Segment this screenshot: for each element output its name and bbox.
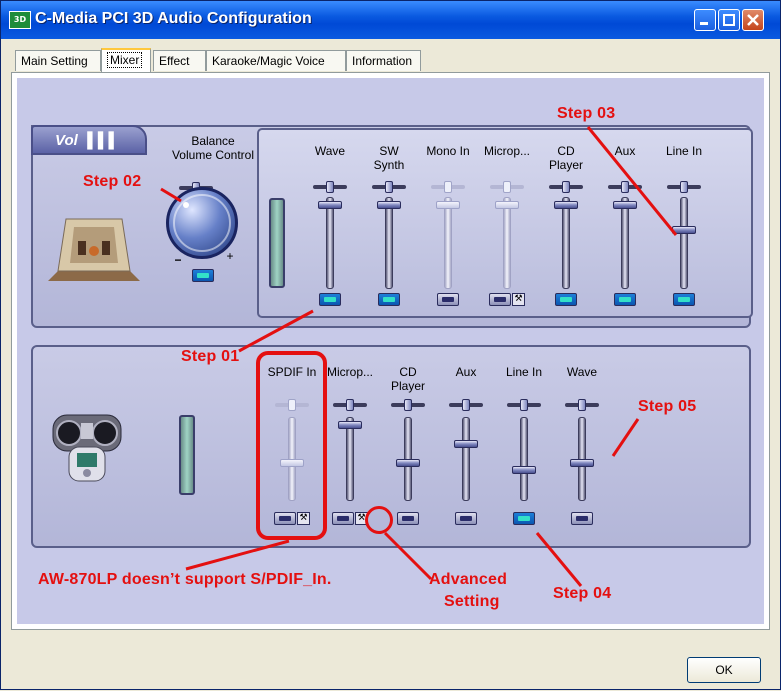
advanced-setting-note-line1: Advanced: [429, 571, 508, 588]
step-05-label: Step 05: [638, 398, 697, 415]
step-04-label: Step 04: [553, 585, 612, 602]
spdif-unsupported-note: AW-870LP doesn’t support S/PDIF_In.: [38, 571, 332, 588]
config-window: 3D C-Media PCI 3D Audio Configuration Ma…: [0, 0, 781, 690]
step-01-label: Step 01: [181, 348, 240, 365]
step-02-label: Step 02: [83, 173, 142, 190]
step-03-label: Step 03: [557, 105, 616, 122]
advanced-setting-note-line2: Setting: [444, 593, 500, 610]
